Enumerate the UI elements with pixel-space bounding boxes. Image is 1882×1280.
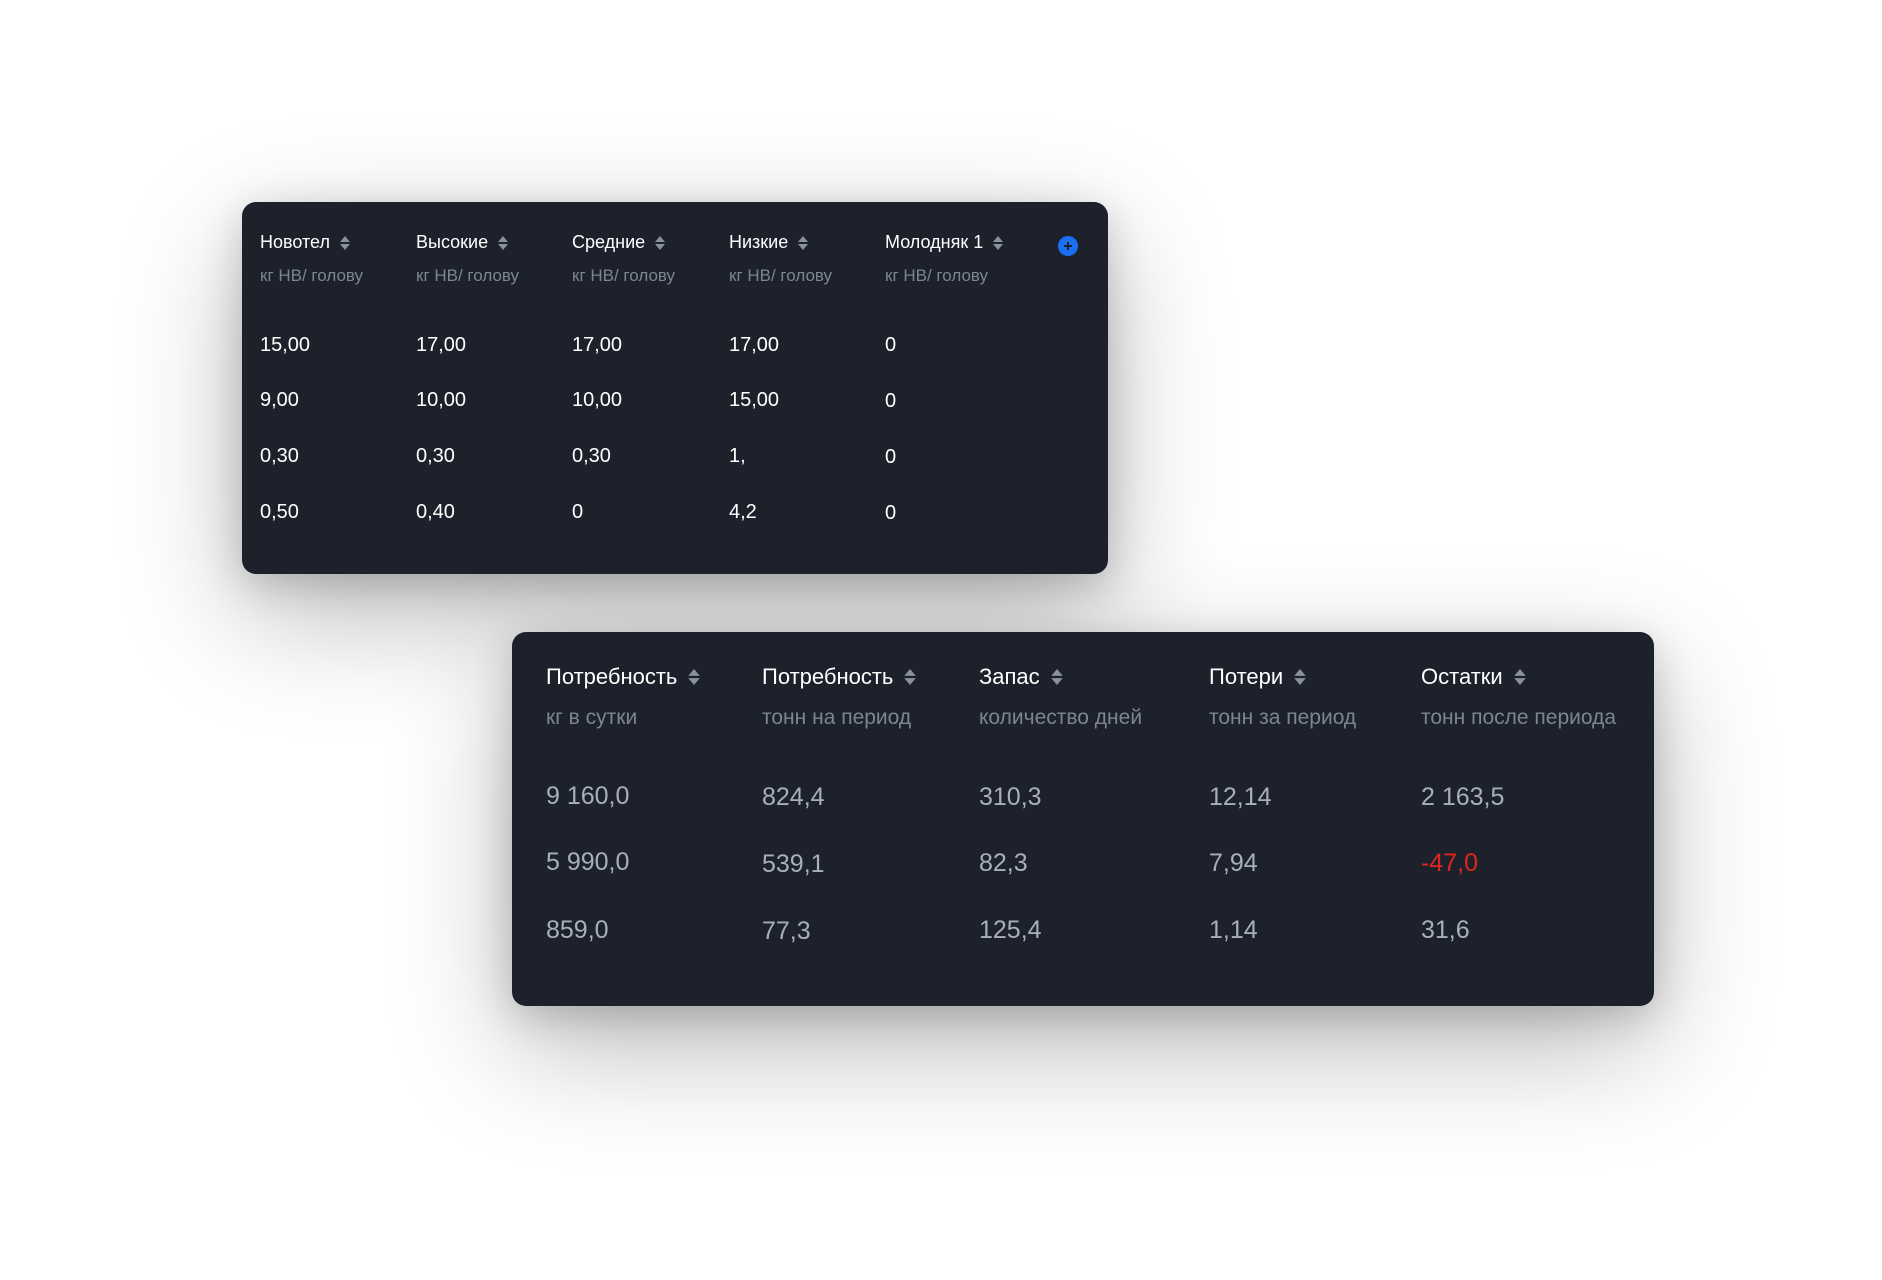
table-cell[interactable]: 0	[885, 446, 896, 469]
sort-icon[interactable]	[1050, 668, 1063, 686]
column-title: Потери	[1209, 664, 1284, 689]
sort-icon[interactable]	[655, 235, 666, 251]
column-header-molodnyak-1[interactable]: Молодняк 1	[885, 232, 1004, 253]
column-header-zapas[interactable]: Запас	[979, 664, 1063, 690]
table-cell[interactable]: 15,00	[260, 334, 310, 357]
table-cell[interactable]: 0,50	[260, 501, 299, 524]
table-cell[interactable]: 0	[885, 390, 896, 413]
table-cell[interactable]: 0,30	[416, 445, 455, 468]
column-header-nizkie[interactable]: Низкие	[729, 232, 809, 253]
column-title: Потребность	[762, 664, 894, 689]
column-unit: тонн после периода	[1421, 706, 1617, 729]
table-cell[interactable]: 17,00	[572, 334, 622, 357]
table-cell[interactable]: 859,0	[546, 916, 609, 945]
table-cell[interactable]: 12,14	[1209, 783, 1272, 812]
column-unit: кг НВ/ голову	[572, 266, 676, 285]
column-unit: количество дней	[979, 706, 1143, 729]
table-cell[interactable]: 17,00	[729, 334, 779, 357]
table-cell[interactable]: 0,40	[416, 501, 455, 524]
table-cell[interactable]: 9,00	[260, 389, 299, 412]
sort-icon[interactable]	[1294, 668, 1306, 686]
column-title: Высокие	[416, 232, 489, 252]
column-header-potrebnost-period[interactable]: Потребность	[762, 664, 917, 690]
column-unit: кг НВ/ голову	[729, 266, 833, 285]
column-header-srednie[interactable]: Средние	[572, 232, 666, 253]
table-cell[interactable]: 7,94	[1209, 849, 1258, 878]
sort-icon[interactable]	[688, 668, 701, 686]
sort-icon[interactable]	[993, 235, 1004, 251]
column-unit: кг в сутки	[546, 706, 638, 729]
column-header-novotel[interactable]: Новотел	[260, 232, 350, 253]
column-title: Низкие	[729, 232, 789, 252]
table-cell[interactable]: 15,00	[729, 389, 779, 412]
table-cell[interactable]: 0,30	[260, 445, 299, 468]
table-cell-negative[interactable]: -47,0	[1421, 849, 1478, 878]
canvas: Новотел кг НВ/ голову 15,00 9,00 0,30 0,…	[0, 0, 1882, 1280]
column-unit: тонн на период	[762, 706, 912, 729]
table-cell[interactable]: 0	[572, 501, 583, 524]
sort-icon[interactable]	[798, 235, 809, 251]
consumption-table: Потребность кг в сутки 9 160,0 5 990,0 8…	[512, 632, 1654, 1006]
sort-icon[interactable]	[904, 668, 917, 686]
table-cell[interactable]: 5 990,0	[546, 848, 629, 877]
column-header-potrebnost-sutki[interactable]: Потребность	[546, 664, 701, 690]
table-cell[interactable]: 2 163,5	[1421, 783, 1504, 812]
column-unit: кг НВ/ голову	[885, 266, 989, 285]
table-cell[interactable]: 9 160,0	[546, 782, 629, 811]
column-title: Потребность	[546, 664, 678, 689]
table-cell[interactable]: 1,	[729, 445, 746, 468]
table-cell[interactable]: 0,30	[572, 445, 611, 468]
table-cell[interactable]: 10,00	[416, 389, 466, 412]
table-cell[interactable]: 10,00	[572, 389, 622, 412]
column-title: Средние	[572, 232, 646, 252]
table-cell[interactable]: 539,1	[762, 850, 825, 879]
column-unit: кг НВ/ голову	[416, 266, 520, 285]
sort-icon[interactable]	[1513, 668, 1526, 686]
rations-table: Новотел кг НВ/ голову 15,00 9,00 0,30 0,…	[242, 202, 1108, 574]
table-cell[interactable]: 17,00	[416, 334, 466, 357]
table-cell[interactable]: 824,4	[762, 783, 825, 812]
table-cell[interactable]: 0	[885, 334, 896, 357]
add-column-icon[interactable]	[1058, 236, 1078, 256]
column-title: Запас	[979, 664, 1040, 689]
column-unit: кг НВ/ голову	[260, 266, 364, 285]
table-cell[interactable]: 1,14	[1209, 916, 1258, 945]
table-cell[interactable]: 310,3	[979, 783, 1042, 812]
column-header-ostatki[interactable]: Остатки	[1421, 664, 1526, 690]
column-title: Остатки	[1421, 664, 1503, 689]
table-cell[interactable]: 82,3	[979, 849, 1028, 878]
column-header-vysokie[interactable]: Высокие	[416, 232, 509, 253]
sort-icon[interactable]	[498, 235, 509, 251]
column-header-poteri[interactable]: Потери	[1209, 664, 1306, 690]
sort-icon[interactable]	[339, 235, 350, 251]
column-title: Молодняк 1	[885, 232, 984, 252]
column-title: Новотел	[260, 232, 330, 252]
table-cell[interactable]: 0	[885, 502, 896, 525]
column-unit: тонн за период	[1209, 706, 1357, 729]
table-cell[interactable]: 4,2	[729, 501, 757, 524]
table-cell[interactable]: 31,6	[1421, 916, 1470, 945]
table-cell[interactable]: 125,4	[979, 916, 1042, 945]
table-cell[interactable]: 77,3	[762, 917, 811, 946]
